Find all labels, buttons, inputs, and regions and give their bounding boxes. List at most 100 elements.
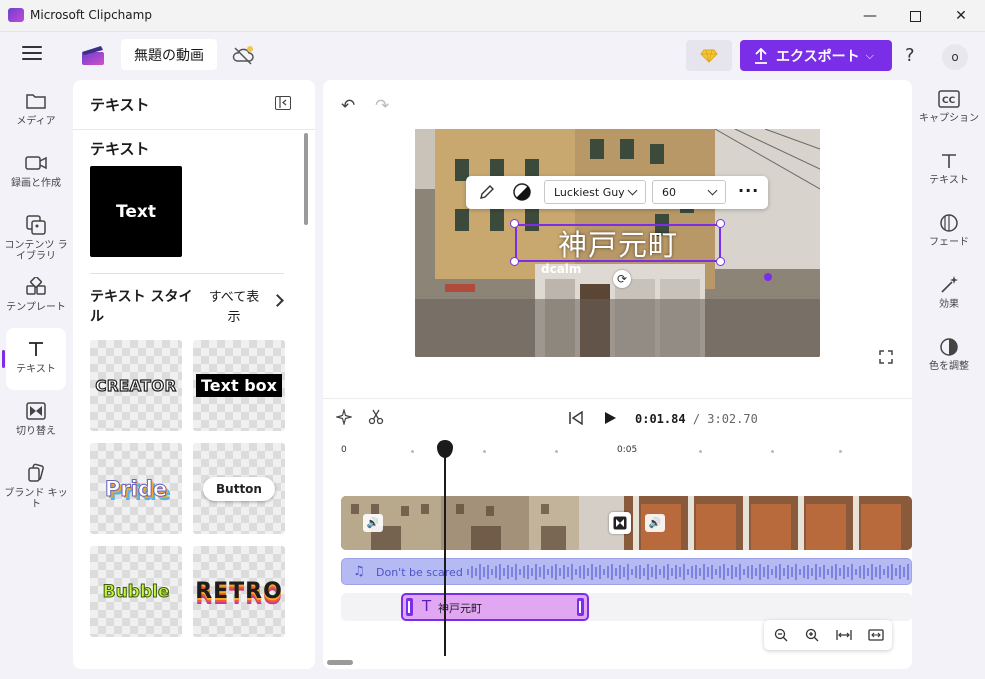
ruler-label-start: 0: [341, 445, 347, 455]
nav-item-transitions[interactable]: 切り替え: [0, 390, 72, 452]
clipchamp-app-icon: [8, 8, 24, 22]
tile-label: Text box: [196, 374, 282, 397]
nav-item-content-library[interactable]: コンテンツ ライブラリ: [0, 204, 72, 266]
chevron-down-icon: ⌵: [865, 48, 874, 62]
nav-item-brand-kit[interactable]: ブランド キット: [0, 452, 72, 514]
cloud-sync-off-icon[interactable]: [230, 44, 256, 66]
menu-hamburger-icon[interactable]: [22, 46, 42, 62]
redo-icon[interactable]: ↷: [375, 96, 389, 116]
font-family-select[interactable]: Luckiest Guy: [544, 180, 646, 204]
captions-icon: CC: [938, 88, 960, 110]
trim-handle-left[interactable]: [406, 598, 413, 616]
chevron-down-icon: [707, 185, 718, 196]
ruler-tick: [839, 450, 842, 453]
audio-waveform: [467, 564, 909, 580]
resize-handle-top-left[interactable]: [510, 219, 519, 228]
nav-label-templates: テンプレート: [6, 302, 66, 313]
avatar[interactable]: o: [942, 44, 968, 70]
zoom-out-icon[interactable]: [773, 627, 789, 643]
close-button[interactable]: ✕: [938, 0, 984, 32]
skip-to-start-icon[interactable]: [568, 411, 584, 425]
ruler-tick: [771, 450, 774, 453]
text-clip[interactable]: T 神戸元町: [401, 593, 589, 621]
tile-label: Bubble: [102, 581, 170, 602]
volume-icon[interactable]: 🔊: [645, 514, 665, 532]
export-label: エクスポート: [776, 48, 860, 65]
tile-label: Pride: [104, 476, 168, 501]
fade-icon: [938, 212, 960, 234]
export-button[interactable]: エクスポート ⌵: [740, 40, 892, 71]
maximize-button[interactable]: [892, 0, 938, 32]
fullscreen-icon[interactable]: [879, 350, 893, 364]
window-title-bar: Microsoft Clipchamp — ✕: [0, 0, 985, 32]
chevron-down-icon: [627, 185, 638, 196]
text-style-tile-bubble[interactable]: Bubble: [90, 546, 182, 637]
nav-item-text[interactable]: テキスト: [2, 328, 66, 390]
rotate-handle-icon[interactable]: ⟳: [613, 270, 631, 288]
text-style-tile-creator[interactable]: CREATOR: [90, 340, 182, 431]
timeline-scrollbar[interactable]: [327, 660, 353, 665]
resize-handle-bottom-right[interactable]: [716, 257, 725, 266]
app-header: 無題の動画 エクスポート ⌵ ? o: [0, 32, 985, 78]
video-preview[interactable]: dcalm 神戸元町 ⟳: [415, 129, 820, 357]
minimize-button[interactable]: —: [847, 0, 893, 32]
properties-label-text: テキスト: [929, 175, 969, 186]
nav-item-record-create[interactable]: 録画と作成: [0, 142, 72, 204]
collapse-panel-icon[interactable]: [275, 96, 291, 110]
font-size-select[interactable]: 60: [652, 180, 726, 204]
play-icon[interactable]: [603, 411, 617, 425]
template-icon: [25, 276, 47, 298]
help-button[interactable]: ?: [905, 45, 915, 66]
tile-label: CREATOR: [95, 376, 177, 395]
diamond-icon: [700, 49, 718, 63]
show-all-link[interactable]: すべて表示: [205, 288, 263, 328]
project-title[interactable]: 無題の動画: [121, 39, 217, 70]
expand-timeline-icon[interactable]: [868, 627, 884, 643]
total-time: / 3:02.70: [692, 412, 758, 426]
text-style-tile-retro[interactable]: RETRO: [193, 546, 285, 637]
transition-icon: [25, 400, 47, 422]
audio-track[interactable]: ♫ Don't be scared: [341, 558, 912, 585]
playhead-line[interactable]: [444, 442, 446, 656]
plain-text-card[interactable]: Text: [90, 166, 182, 257]
text-style-tile-pride[interactable]: Pride: [90, 443, 182, 534]
properties-item-adjust-colors[interactable]: 色を調整: [913, 328, 985, 390]
maximize-icon: [909, 10, 921, 22]
zoom-in-icon[interactable]: [804, 627, 820, 643]
nav-label-transitions: 切り替え: [16, 426, 56, 437]
text-style-tile-button[interactable]: Button: [193, 443, 285, 534]
properties-item-effects[interactable]: 効果: [913, 266, 985, 328]
timeline-ruler[interactable]: 0 0:05: [323, 440, 912, 460]
resize-handle-bottom-left[interactable]: [510, 257, 519, 266]
transition-marker-icon[interactable]: [609, 512, 631, 534]
overlay-text: 神戸元町: [557, 228, 678, 262]
nav-item-templates[interactable]: テンプレート: [0, 266, 72, 328]
color-contrast-icon[interactable]: [512, 182, 532, 202]
text-format-toolbar: Luckiest Guy 60 ···: [466, 176, 768, 209]
library-icon: [25, 214, 47, 236]
properties-item-text[interactable]: テキスト: [913, 142, 985, 204]
window-title: Microsoft Clipchamp: [30, 8, 152, 22]
nav-item-media[interactable]: メディア: [0, 80, 72, 142]
text-style-tile-text-box[interactable]: Text box: [193, 340, 285, 431]
resize-handle-top-right[interactable]: [716, 219, 725, 228]
properties-item-captions[interactable]: CC キャプション: [913, 80, 985, 142]
timecode: 0:01.84 / 3:02.70: [635, 412, 758, 426]
fit-to-width-icon[interactable]: [836, 627, 852, 643]
properties-item-fade[interactable]: フェード: [913, 204, 985, 266]
panel-scrollbar[interactable]: [304, 133, 308, 225]
properties-label-captions: キャプション: [919, 113, 979, 124]
scissors-icon[interactable]: [368, 409, 384, 425]
undo-icon[interactable]: ↶: [341, 96, 355, 116]
magic-sparkle-icon[interactable]: [336, 409, 352, 425]
premium-button[interactable]: [686, 40, 732, 71]
trim-handle-right[interactable]: [577, 598, 584, 616]
selected-text-overlay[interactable]: 神戸元町: [515, 224, 721, 262]
upload-icon: [755, 47, 767, 64]
chevron-right-icon[interactable]: [271, 294, 284, 307]
more-options-icon[interactable]: ···: [738, 181, 759, 200]
volume-icon[interactable]: 🔊: [363, 514, 383, 532]
camera-icon: [25, 152, 47, 174]
edit-pencil-icon[interactable]: [478, 183, 496, 201]
nav-label-media: メディア: [16, 116, 56, 127]
